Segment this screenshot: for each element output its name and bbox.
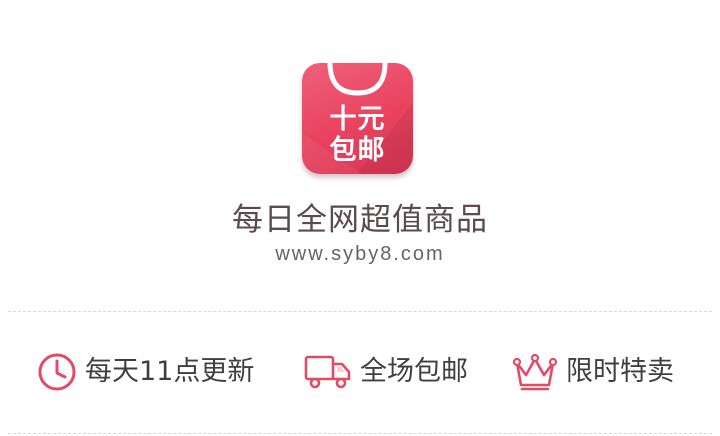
delivery-truck-icon	[304, 354, 352, 390]
feature-daily-update: 每天11点更新	[37, 348, 254, 396]
app-logo: 十元 包邮	[302, 63, 413, 174]
tagline: 每日全网超值商品	[232, 202, 488, 238]
crown-icon	[512, 352, 558, 392]
feature-label-daily-update: 每天11点更新	[85, 356, 255, 387]
website-url[interactable]: www.syby8.com	[0, 241, 720, 267]
logo-text-line2: 包邮	[329, 135, 386, 166]
feature-flash-sale: 限时特卖	[512, 348, 674, 396]
clock-icon	[37, 352, 77, 392]
feature-free-shipping: 全场包邮	[304, 348, 468, 396]
logo-text-line1: 十元	[329, 104, 386, 135]
divider-bottom	[8, 433, 712, 434]
feature-label-flash-sale: 限时特卖	[566, 356, 674, 387]
divider-top	[8, 311, 712, 312]
feature-label-free-shipping: 全场包邮	[360, 356, 468, 387]
